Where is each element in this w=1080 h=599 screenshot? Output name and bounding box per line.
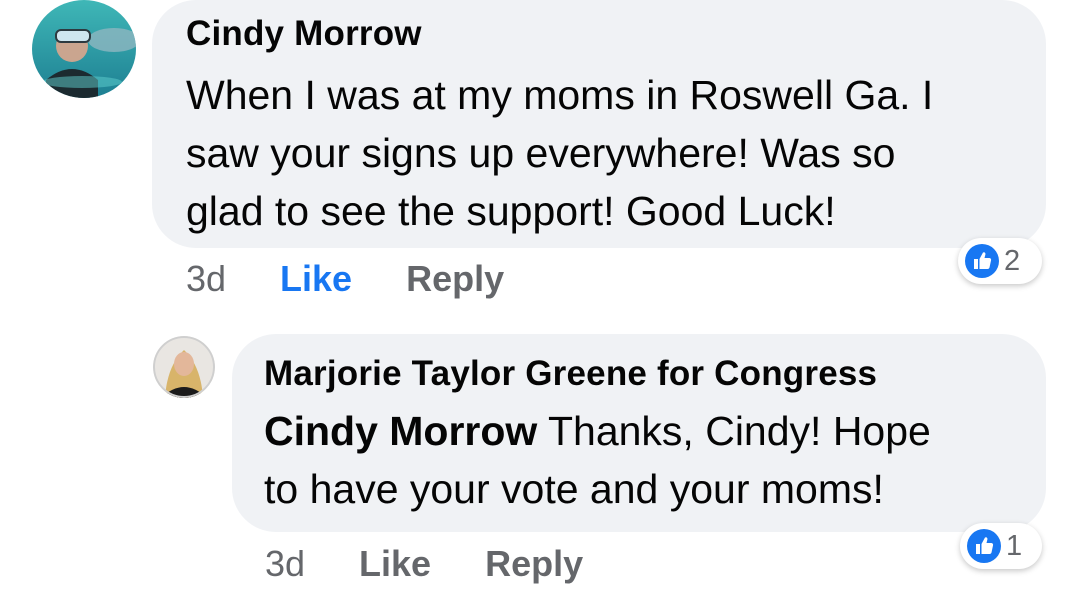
comment-text-line: saw your signs up everywhere! Was so <box>186 130 896 176</box>
reply-author[interactable]: Marjorie Taylor Greene for Congress <box>264 354 1014 394</box>
comment-author[interactable]: Cindy Morrow <box>186 14 1012 54</box>
profile-photo-avatar-icon <box>153 336 215 398</box>
reply-reply-button[interactable]: Reply <box>485 543 583 585</box>
comment-bubble: Cindy Morrow When I was at my moms in Ro… <box>152 0 1046 248</box>
mention-link[interactable]: Cindy Morrow <box>264 408 537 454</box>
reaction-count-text: 1 <box>1006 529 1023 562</box>
snorkeler-avatar-icon <box>32 0 136 98</box>
comment-like-button[interactable]: Like <box>280 258 352 300</box>
comment-reaction-count[interactable]: 2 <box>958 238 1042 284</box>
thumbs-up-icon <box>967 529 1001 563</box>
comment-text-line: glad to see the support! Good Luck! <box>186 188 836 234</box>
commenter-avatar[interactable] <box>32 0 136 98</box>
comment-actions: 3d Like Reply <box>186 256 504 302</box>
reply-text-line: Cindy Morrow Thanks, Cindy! Hope <box>264 402 1014 460</box>
comment-reply-button[interactable]: Reply <box>406 258 504 300</box>
comment-text: When I was at my moms in Roswell Ga. I s… <box>186 66 1012 240</box>
reply-like-button[interactable]: Like <box>359 543 431 585</box>
reply-timestamp[interactable]: 3d <box>265 543 305 585</box>
reply-actions: 3d Like Reply <box>265 541 583 587</box>
reply-text-fragment: Thanks, Cindy! Hope <box>537 408 931 454</box>
reaction-count-text: 2 <box>1004 244 1021 277</box>
reply-bubble: Marjorie Taylor Greene for Congress Cind… <box>232 334 1046 532</box>
reply-reaction-count[interactable]: 1 <box>960 523 1042 569</box>
thumbs-up-icon <box>965 244 999 278</box>
reply-text-line: to have your vote and your moms! <box>264 466 884 512</box>
replier-avatar[interactable] <box>153 336 215 398</box>
comment-timestamp[interactable]: 3d <box>186 258 226 300</box>
comment-text-line: When I was at my moms in Roswell Ga. I <box>186 72 934 118</box>
reply-text: Cindy Morrow Thanks, Cindy! Hope to have… <box>264 402 1014 518</box>
